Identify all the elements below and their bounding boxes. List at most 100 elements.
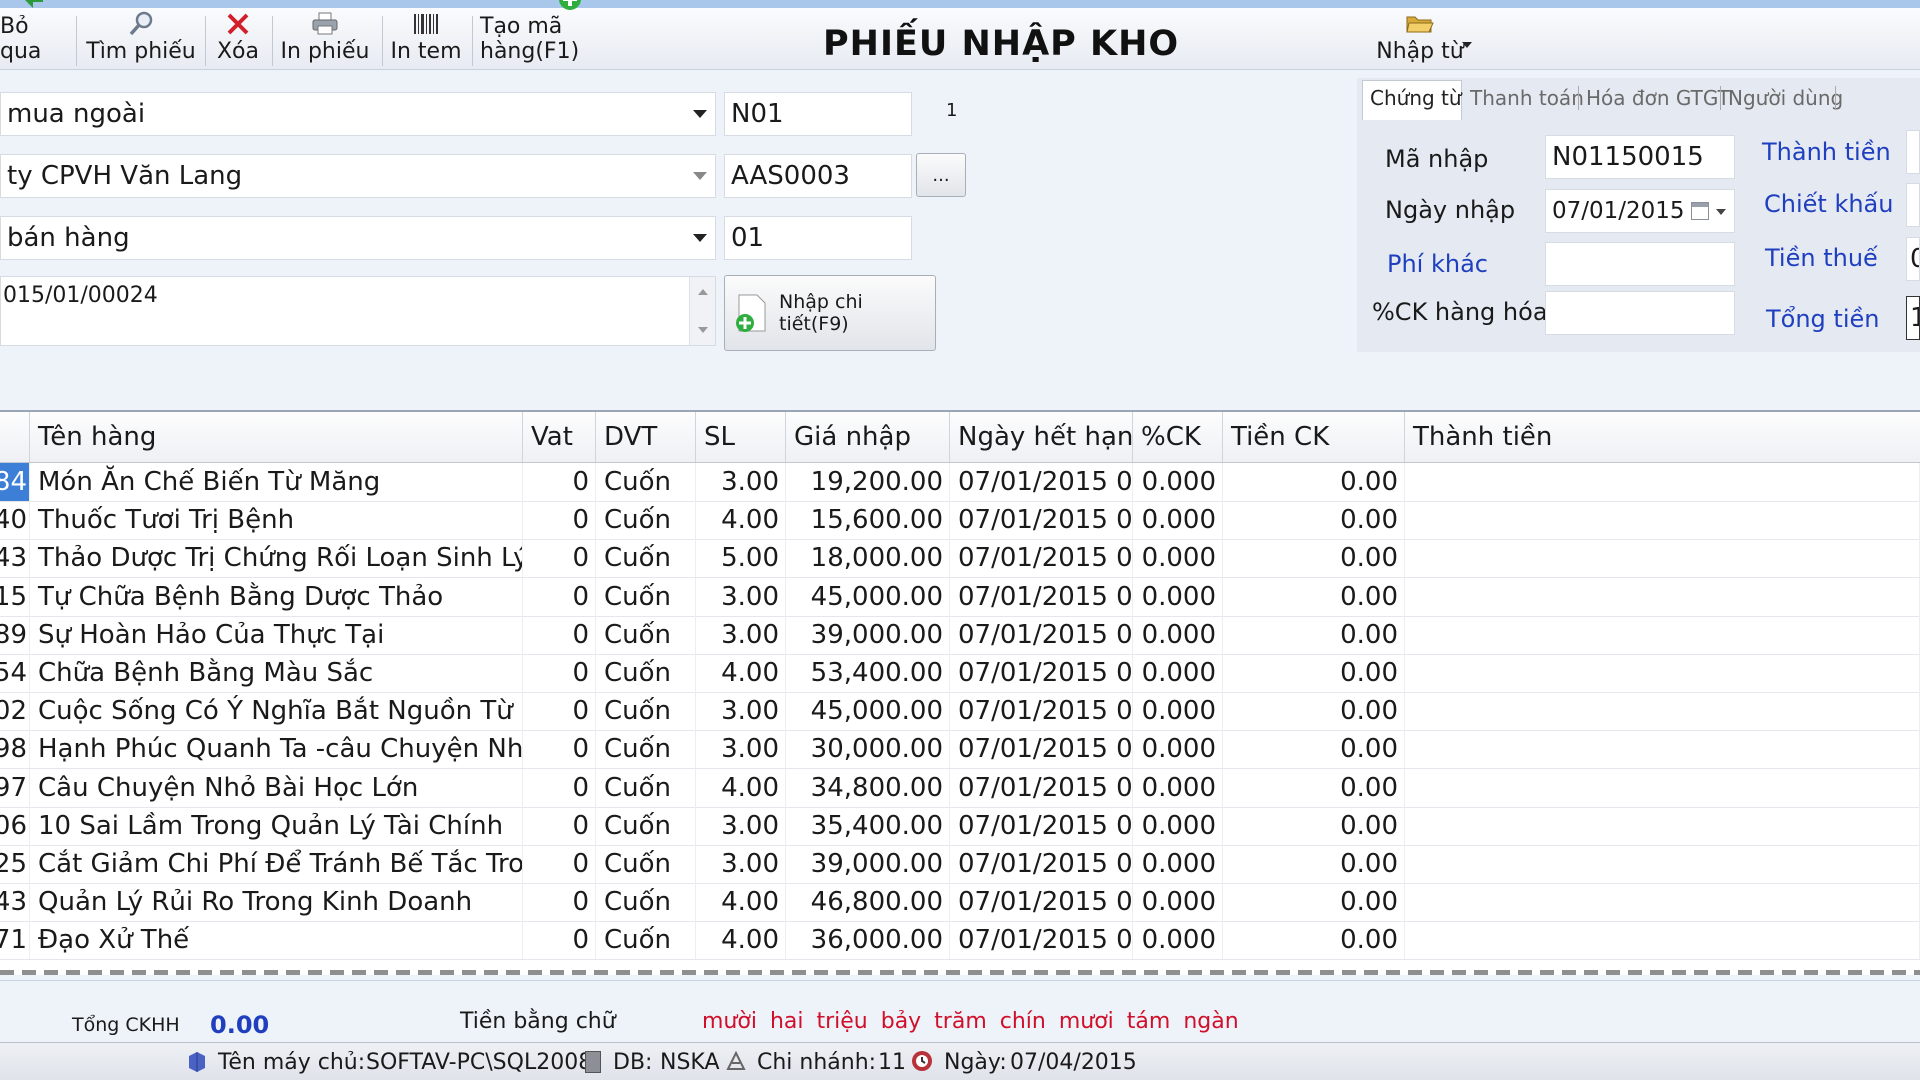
cell-gia-nhap[interactable]: 46,800.00 — [786, 883, 950, 922]
cell-code[interactable]: 02 — [0, 692, 30, 731]
column-header-ck[interactable]: %CK — [1133, 412, 1223, 462]
cell-thanh-tien[interactable] — [1405, 692, 1920, 731]
cell-thanh-tien[interactable] — [1405, 768, 1920, 807]
cell-gia-nhap[interactable]: 53,400.00 — [786, 654, 950, 692]
cell-tien-ck[interactable]: 0.00 — [1223, 921, 1405, 960]
print-tag-button[interactable]: In tem — [390, 8, 462, 70]
table-row[interactable]: 40Thuốc Tươi Trị Bệnh0Cuốn4.0015,600.000… — [0, 501, 1920, 541]
cell-ngay-het-han[interactable]: 07/01/2015 00: — [950, 883, 1133, 922]
chevron-down-icon[interactable] — [693, 234, 707, 242]
cell-ten-hang[interactable]: Chữa Bệnh Bằng Màu Sắc — [30, 654, 523, 692]
cell-thanh-tien[interactable] — [1405, 501, 1920, 540]
cell-gia-nhap[interactable]: 19,200.00 — [786, 463, 950, 501]
cell-vat[interactable]: 0 — [523, 577, 596, 616]
cell-ngay-het-han[interactable]: 07/01/2015 00: — [950, 615, 1133, 654]
cell-code[interactable]: 43 — [0, 883, 30, 922]
cell-ten-hang[interactable]: Thuốc Tươi Trị Bệnh — [30, 501, 523, 540]
note-textarea[interactable]: 015/01/00024 — [0, 276, 716, 346]
cell-ten-hang[interactable]: 10 Sai Lầm Trong Quản Lý Tài Chính — [30, 806, 523, 845]
cell-gia-nhap[interactable]: 15,600.00 — [786, 501, 950, 540]
cell-thanh-tien[interactable] — [1405, 539, 1920, 578]
cell-sl[interactable]: 4.00 — [696, 883, 786, 922]
cell-dvt[interactable]: Cuốn — [596, 692, 696, 731]
cell-sl[interactable]: 3.00 — [696, 615, 786, 654]
cell-gia-nhap[interactable]: 34,800.00 — [786, 768, 950, 807]
cell-vat[interactable]: 0 — [523, 539, 596, 578]
cell-sl[interactable]: 3.00 — [696, 577, 786, 616]
cell-sl[interactable]: 3.00 — [696, 692, 786, 731]
cell-tien-ck[interactable]: 0.00 — [1223, 654, 1405, 692]
table-row[interactable]: 84Món Ăn Chế Biến Từ Măng0Cuốn3.0019,200… — [0, 463, 1920, 502]
cell-code[interactable]: 43 — [0, 539, 30, 578]
cell-code[interactable]: 54 — [0, 654, 30, 692]
cell-ngay-het-han[interactable]: 07/01/2015 00: — [950, 845, 1133, 883]
cell-ten-hang[interactable]: Cắt Giảm Chi Phí Để Tránh Bế Tắc Tron — [30, 845, 523, 883]
cell-vat[interactable]: 0 — [523, 615, 596, 654]
calendar-icon[interactable] — [1691, 202, 1709, 220]
scroll-down-icon[interactable] — [698, 327, 708, 333]
cell-tien-ck[interactable]: 0.00 — [1223, 806, 1405, 845]
cell-ck[interactable]: 0.000 — [1133, 539, 1223, 578]
cell-sl[interactable]: 4.00 — [696, 501, 786, 540]
table-row[interactable]: 43Quản Lý Rủi Ro Trong Kinh Doanh0Cuốn4.… — [0, 883, 1920, 923]
cell-tien-ck[interactable]: 0.00 — [1223, 845, 1405, 883]
cell-sl[interactable]: 3.00 — [696, 730, 786, 769]
cell-dvt[interactable]: Cuốn — [596, 615, 696, 654]
cell-code[interactable]: 97 — [0, 768, 30, 807]
cell-vat[interactable]: 0 — [523, 501, 596, 540]
cell-code[interactable]: 98 — [0, 730, 30, 769]
ngay-nhap-datepicker[interactable]: 07/01/2015 — [1545, 189, 1735, 233]
cell-ten-hang[interactable]: Quản Lý Rủi Ro Trong Kinh Doanh — [30, 883, 523, 922]
cell-tien-ck[interactable]: 0.00 — [1223, 883, 1405, 922]
note-scrollbar[interactable] — [689, 277, 715, 345]
chevron-down-icon[interactable] — [693, 172, 707, 180]
cell-tien-ck[interactable]: 0.00 — [1223, 768, 1405, 807]
cell-code[interactable]: 71 — [0, 921, 30, 960]
cell-ck[interactable]: 0.000 — [1133, 615, 1223, 654]
cell-ngay-het-han[interactable]: 07/01/2015 00: — [950, 501, 1133, 540]
cell-gia-nhap[interactable]: 39,000.00 — [786, 845, 950, 883]
cell-vat[interactable]: 0 — [523, 730, 596, 769]
column-header-tien-ck[interactable]: Tiền CK — [1223, 412, 1405, 462]
cell-ngay-het-han[interactable]: 07/01/2015 00: — [950, 730, 1133, 769]
cell-tien-ck[interactable]: 0.00 — [1223, 501, 1405, 540]
cell-dvt[interactable]: Cuốn — [596, 806, 696, 845]
chiet-khau-field[interactable] — [1906, 183, 1920, 227]
cell-tien-ck[interactable]: 0.00 — [1223, 730, 1405, 769]
import-type-code-field[interactable]: N01 — [724, 92, 912, 136]
table-row[interactable]: 89Sự Hoàn Hảo Của Thực Tại0Cuốn3.0039,00… — [0, 615, 1920, 655]
cell-code[interactable]: 25 — [0, 845, 30, 883]
table-row[interactable]: 54Chữa Bệnh Bằng Màu Sắc0Cuốn4.0053,400.… — [0, 654, 1920, 693]
cell-ten-hang[interactable]: Cuộc Sống Có Ý Nghĩa Bắt Nguồn Từ N — [30, 692, 523, 731]
cell-dvt[interactable]: Cuốn — [596, 730, 696, 769]
cell-code[interactable]: 06 — [0, 806, 30, 845]
cell-tien-ck[interactable]: 0.00 — [1223, 577, 1405, 616]
cell-ck[interactable]: 0.000 — [1133, 806, 1223, 845]
find-voucher-button[interactable]: Tìm phiếu — [86, 8, 196, 70]
cell-sl[interactable]: 4.00 — [696, 768, 786, 807]
cell-ngay-het-han[interactable]: 07/01/2015 00: — [950, 463, 1133, 501]
cell-ngay-het-han[interactable]: 07/01/2015 00: — [950, 539, 1133, 578]
cell-ck[interactable]: 0.000 — [1133, 768, 1223, 807]
cell-code[interactable]: 89 — [0, 615, 30, 654]
cell-vat[interactable]: 0 — [523, 768, 596, 807]
column-header-dvt[interactable]: DVT — [596, 412, 696, 462]
cell-sl[interactable]: 3.00 — [696, 806, 786, 845]
cell-code[interactable]: 40 — [0, 501, 30, 540]
column-header-gia-nhap[interactable]: Giá nhập — [786, 412, 950, 462]
table-row[interactable]: 0610 Sai Lầm Trong Quản Lý Tài Chính0Cuố… — [0, 806, 1920, 846]
print-voucher-button[interactable]: In phiếu — [280, 8, 370, 70]
cell-ten-hang[interactable]: Đạo Xử Thế — [30, 921, 523, 960]
tien-thue-field[interactable]: 0 — [1906, 237, 1920, 281]
cell-sl[interactable]: 5.00 — [696, 539, 786, 578]
cell-ck[interactable]: 0.000 — [1133, 463, 1223, 501]
cell-code[interactable]: 84 — [0, 463, 30, 501]
cell-ngay-het-han[interactable]: 07/01/2015 00: — [950, 921, 1133, 960]
cell-ngay-het-han[interactable]: 07/01/2015 00: — [950, 768, 1133, 807]
cell-ngay-het-han[interactable]: 07/01/2015 00: — [950, 692, 1133, 731]
table-row[interactable]: 71Đạo Xử Thế0Cuốn4.0036,000.0007/01/2015… — [0, 921, 1920, 961]
cell-dvt[interactable]: Cuốn — [596, 883, 696, 922]
cell-vat[interactable]: 0 — [523, 692, 596, 731]
cell-thanh-tien[interactable] — [1405, 806, 1920, 845]
cell-vat[interactable]: 0 — [523, 883, 596, 922]
